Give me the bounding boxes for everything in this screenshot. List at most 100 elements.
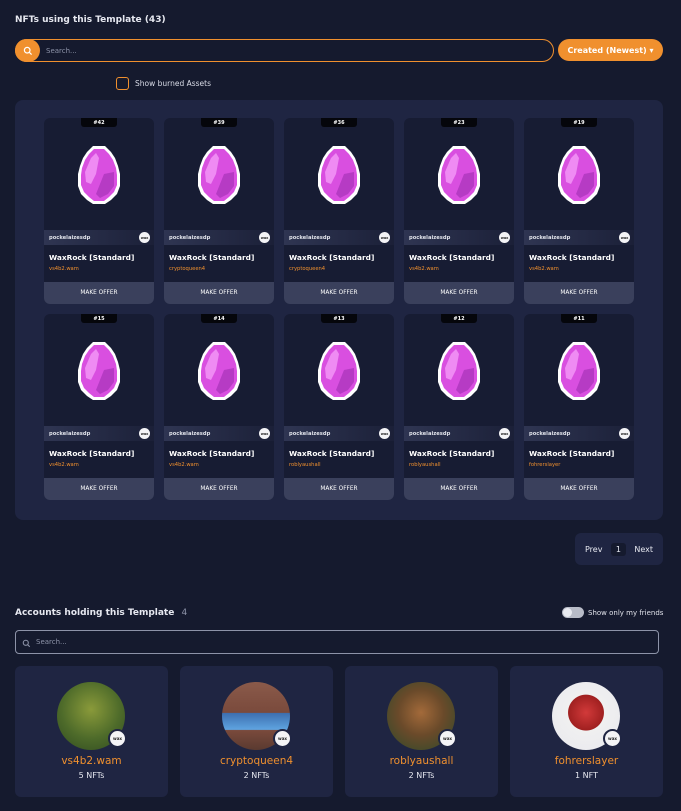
nft-card[interactable]: #42 pockelaizesdp wax WaxRock [Standard]… xyxy=(44,118,154,304)
collection-bar[interactable]: pockelaizesdp wax xyxy=(524,230,634,245)
show-burned-toggle[interactable]: Show burned Assets xyxy=(116,77,211,90)
collection-bar[interactable]: pockelaizesdp wax xyxy=(404,230,514,245)
prev-page-button[interactable]: Prev xyxy=(585,545,602,554)
collection-name[interactable]: pockelaizesdp xyxy=(409,431,450,437)
account-card[interactable]: wax vs4b2.wam 5 NFTs xyxy=(15,666,168,797)
make-offer-button[interactable]: MAKE OFFER xyxy=(44,282,154,304)
accounts-search-bar[interactable] xyxy=(15,630,659,654)
gem-image[interactable] xyxy=(554,340,604,402)
make-offer-button[interactable]: MAKE OFFER xyxy=(284,478,394,500)
collection-name[interactable]: pockelaizesdp xyxy=(289,431,330,437)
accounts-search-input[interactable] xyxy=(36,638,636,646)
nft-name[interactable]: WaxRock [Standard] xyxy=(49,253,134,262)
nft-grid-panel: #42 pockelaizesdp wax WaxRock [Standard]… xyxy=(15,100,663,520)
friends-toggle[interactable]: Show only my friends xyxy=(562,607,663,618)
account-name[interactable]: fohrerslayer xyxy=(510,755,663,767)
make-offer-button[interactable]: MAKE OFFER xyxy=(164,282,274,304)
owner-name[interactable]: fohrerslayer xyxy=(529,462,560,468)
collection-name[interactable]: pockelaizesdp xyxy=(49,235,90,241)
make-offer-button[interactable]: MAKE OFFER xyxy=(404,478,514,500)
sort-dropdown-button[interactable]: Created (Newest) ▾ xyxy=(558,39,663,61)
owner-name[interactable]: vs4b2.wam xyxy=(49,266,79,272)
nft-name[interactable]: WaxRock [Standard] xyxy=(529,449,614,458)
account-card[interactable]: wax fohrerslayer 1 NFT xyxy=(510,666,663,797)
wax-badge-icon: wax xyxy=(619,232,630,243)
friends-toggle-switch[interactable] xyxy=(562,607,584,618)
nft-name[interactable]: WaxRock [Standard] xyxy=(169,449,254,458)
collection-name[interactable]: pockelaizesdp xyxy=(529,235,570,241)
nft-name[interactable]: WaxRock [Standard] xyxy=(529,253,614,262)
account-card[interactable]: wax cryptoqueen4 2 NFTs xyxy=(180,666,333,797)
make-offer-button[interactable]: MAKE OFFER xyxy=(404,282,514,304)
nft-card[interactable]: #15 pockelaizesdp wax WaxRock [Standard]… xyxy=(44,314,154,500)
collection-name[interactable]: pockelaizesdp xyxy=(169,235,210,241)
nft-card[interactable]: #39 pockelaizesdp wax WaxRock [Standard]… xyxy=(164,118,274,304)
gem-image[interactable] xyxy=(74,144,124,206)
nft-card[interactable]: #12 pockelaizesdp wax WaxRock [Standard]… xyxy=(404,314,514,500)
gem-image[interactable] xyxy=(434,340,484,402)
nft-card[interactable]: #14 pockelaizesdp wax WaxRock [Standard]… xyxy=(164,314,274,500)
collection-name[interactable]: pockelaizesdp xyxy=(409,235,450,241)
gem-image[interactable] xyxy=(554,144,604,206)
collection-bar[interactable]: pockelaizesdp wax xyxy=(164,426,274,441)
wax-badge-icon: wax xyxy=(438,729,457,748)
nft-name[interactable]: WaxRock [Standard] xyxy=(409,449,494,458)
owner-name[interactable]: vs4b2.wam xyxy=(169,462,199,468)
make-offer-button[interactable]: MAKE OFFER xyxy=(44,478,154,500)
nft-card[interactable]: #36 pockelaizesdp wax WaxRock [Standard]… xyxy=(284,118,394,304)
collection-bar[interactable]: pockelaizesdp wax xyxy=(164,230,274,245)
next-page-button[interactable]: Next xyxy=(634,545,653,554)
mint-number: #36 xyxy=(321,118,357,127)
owner-name[interactable]: vs4b2.wam xyxy=(529,266,559,272)
nft-name[interactable]: WaxRock [Standard] xyxy=(169,253,254,262)
collection-bar[interactable]: pockelaizesdp wax xyxy=(284,426,394,441)
account-name[interactable]: vs4b2.wam xyxy=(15,755,168,767)
nft-search-bar[interactable] xyxy=(15,39,554,62)
nft-name[interactable]: WaxRock [Standard] xyxy=(289,253,374,262)
friends-toggle-label: Show only my friends xyxy=(588,608,664,617)
owner-name[interactable]: vs4b2.wam xyxy=(409,266,439,272)
nft-name[interactable]: WaxRock [Standard] xyxy=(409,253,494,262)
nft-name[interactable]: WaxRock [Standard] xyxy=(289,449,374,458)
nft-name[interactable]: WaxRock [Standard] xyxy=(49,449,134,458)
gem-image[interactable] xyxy=(314,144,364,206)
nft-card[interactable]: #23 pockelaizesdp wax WaxRock [Standard]… xyxy=(404,118,514,304)
owner-name[interactable]: roblyaushall xyxy=(289,462,321,468)
search-icon[interactable] xyxy=(15,39,40,62)
collection-bar[interactable]: pockelaizesdp wax xyxy=(524,426,634,441)
collection-bar[interactable]: pockelaizesdp wax xyxy=(44,230,154,245)
make-offer-button[interactable]: MAKE OFFER xyxy=(524,282,634,304)
account-nft-count: 2 NFTs xyxy=(408,771,435,780)
nft-card[interactable]: #11 pockelaizesdp wax WaxRock [Standard]… xyxy=(524,314,634,500)
pagination: Prev 1 Next xyxy=(575,533,663,565)
current-page[interactable]: 1 xyxy=(610,542,626,556)
gem-image[interactable] xyxy=(434,144,484,206)
collection-name[interactable]: pockelaizesdp xyxy=(49,431,90,437)
make-offer-button[interactable]: MAKE OFFER xyxy=(524,478,634,500)
owner-name[interactable]: roblyaushall xyxy=(409,462,441,468)
account-name[interactable]: roblyaushall xyxy=(345,755,498,767)
gem-image[interactable] xyxy=(314,340,364,402)
make-offer-button[interactable]: MAKE OFFER xyxy=(284,282,394,304)
collection-bar[interactable]: pockelaizesdp wax xyxy=(284,230,394,245)
account-name[interactable]: cryptoqueen4 xyxy=(180,755,333,767)
collection-bar[interactable]: pockelaizesdp wax xyxy=(44,426,154,441)
owner-name[interactable]: cryptoqueen4 xyxy=(169,266,205,272)
collection-name[interactable]: pockelaizesdp xyxy=(529,431,570,437)
nft-search-input[interactable] xyxy=(46,46,526,55)
collection-name[interactable]: pockelaizesdp xyxy=(169,431,210,437)
gem-image[interactable] xyxy=(194,144,244,206)
account-card[interactable]: wax roblyaushall 2 NFTs xyxy=(345,666,498,797)
collection-bar[interactable]: pockelaizesdp wax xyxy=(404,426,514,441)
make-offer-button[interactable]: MAKE OFFER xyxy=(164,478,274,500)
mint-number: #19 xyxy=(561,118,597,127)
collection-name[interactable]: pockelaizesdp xyxy=(289,235,330,241)
owner-name[interactable]: cryptoqueen4 xyxy=(289,266,325,272)
gem-image[interactable] xyxy=(74,340,124,402)
gem-image[interactable] xyxy=(194,340,244,402)
burned-checkbox[interactable] xyxy=(116,77,129,90)
owner-name[interactable]: vs4b2.wam xyxy=(49,462,79,468)
wax-badge-icon: wax xyxy=(139,232,150,243)
nft-card[interactable]: #13 pockelaizesdp wax WaxRock [Standard]… xyxy=(284,314,394,500)
nft-card[interactable]: #19 pockelaizesdp wax WaxRock [Standard]… xyxy=(524,118,634,304)
